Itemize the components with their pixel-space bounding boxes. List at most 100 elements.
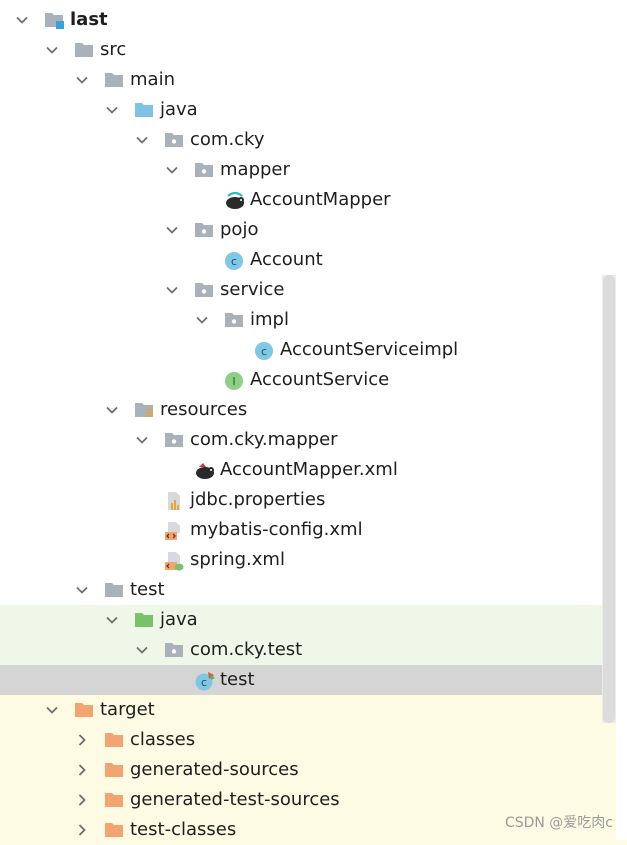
tree-node-label: AccountServiceimpl <box>280 339 459 360</box>
tree-node-label: generated-sources <box>130 759 299 780</box>
tree-node[interactable]: com.cky.mapper <box>0 425 627 455</box>
tree-node[interactable]: jdbc.properties <box>0 485 627 515</box>
chevron-down-icon[interactable] <box>44 695 60 725</box>
tree-node[interactable]: mybatis-config.xml <box>0 515 627 545</box>
tree-node-label: test <box>130 579 165 600</box>
chevron-down-icon[interactable] <box>104 95 120 125</box>
tree-node-label: com.cky.test <box>190 639 303 660</box>
chevron-right-icon[interactable] <box>74 785 90 815</box>
chevron-right-icon[interactable] <box>74 815 90 845</box>
class-icon: c <box>224 251 244 270</box>
chevron-down-icon[interactable] <box>134 635 150 665</box>
chevron-down-icon[interactable] <box>44 35 60 65</box>
mybatis-xml-icon <box>194 461 214 479</box>
chevron-down-icon[interactable] <box>74 65 90 95</box>
tree-node[interactable]: AccountMapper.xml <box>0 455 627 485</box>
chevron-down-icon[interactable] <box>164 275 180 305</box>
target-folder-icon <box>104 731 124 749</box>
tree-node-label: test-classes <box>130 819 237 840</box>
package-icon <box>164 641 184 659</box>
tree-node-label: AccountMapper <box>250 189 391 210</box>
chevron-down-icon[interactable] <box>134 425 150 455</box>
interface-icon: I <box>224 371 244 390</box>
tree-node[interactable]: mapper <box>0 155 627 185</box>
tree-node[interactable]: last <box>0 5 627 35</box>
target-folder-icon <box>74 701 94 719</box>
tree-node[interactable]: AccountMapper <box>0 185 627 215</box>
tree-node[interactable]: spring.xml <box>0 545 627 575</box>
svg-text:c: c <box>201 676 207 689</box>
target-folder-icon <box>104 821 124 839</box>
tree-node[interactable]: generated-sources <box>0 755 627 785</box>
tree-node[interactable]: java <box>0 95 627 125</box>
test-class-icon: c <box>194 671 215 691</box>
tree-node[interactable]: com.cky.test <box>0 635 627 665</box>
mybatis-mapper-icon <box>224 191 244 209</box>
tree-node-label: pojo <box>220 219 259 240</box>
tree-node-label: test <box>220 669 255 690</box>
tree-node[interactable]: src <box>0 35 627 65</box>
tree-node[interactable]: classes <box>0 725 627 755</box>
test-source-folder-icon <box>134 611 154 629</box>
tree-node[interactable]: c AccountServiceimpl <box>0 335 627 365</box>
svg-text:c: c <box>261 345 267 358</box>
module-folder-icon <box>44 11 64 29</box>
tree-node-label: spring.xml <box>190 549 285 570</box>
tree-node-label: com.cky <box>190 129 265 150</box>
folder-icon <box>74 41 94 59</box>
tree-node[interactable]: java <box>0 605 627 635</box>
tree-node-label: target <box>100 699 155 720</box>
tree-node-label: Account <box>250 249 323 270</box>
chevron-down-icon[interactable] <box>194 305 210 335</box>
tree-node-label: src <box>100 39 127 60</box>
tree-node-label: service <box>220 279 285 300</box>
class-icon: c <box>254 341 274 360</box>
svg-text:I: I <box>232 375 235 388</box>
tree-node[interactable]: I AccountService <box>0 365 627 395</box>
scrollbar-thumb[interactable] <box>603 275 615 723</box>
tree-node[interactable]: impl <box>0 305 627 335</box>
tree-node-label: com.cky.mapper <box>190 429 338 450</box>
watermark: CSDN @爱吃肉c <box>504 815 613 831</box>
tree-node-label: jdbc.properties <box>190 489 326 510</box>
chevron-down-icon[interactable] <box>74 575 90 605</box>
chevron-down-icon[interactable] <box>104 395 120 425</box>
tree-node[interactable]: com.cky <box>0 125 627 155</box>
chevron-down-icon[interactable] <box>134 125 150 155</box>
folder-icon <box>104 581 124 599</box>
tree-node-label: AccountMapper.xml <box>220 459 398 480</box>
package-icon <box>164 431 184 449</box>
tree-node-label: last <box>70 9 108 30</box>
chevron-down-icon[interactable] <box>104 605 120 635</box>
tree-node[interactable]: main <box>0 65 627 95</box>
tree-node-label: java <box>160 609 198 630</box>
target-folder-icon <box>104 761 124 779</box>
tree-node[interactable]: service <box>0 275 627 305</box>
chevron-down-icon[interactable] <box>164 215 180 245</box>
tree-node[interactable]: resources <box>0 395 627 425</box>
chevron-down-icon[interactable] <box>164 155 180 185</box>
tree-node-label: classes <box>130 729 196 750</box>
tree-node[interactable]: test <box>0 575 627 605</box>
chevron-down-icon[interactable] <box>14 5 30 35</box>
xml-file-icon <box>164 521 184 540</box>
chevron-right-icon[interactable] <box>74 755 90 785</box>
tree-node[interactable]: generated-test-sources <box>0 785 627 815</box>
resources-folder-icon <box>134 401 154 419</box>
tree-node[interactable]: c Account <box>0 245 627 275</box>
panel-edge <box>616 0 627 840</box>
svg-text:c: c <box>231 255 237 268</box>
tree-node-label: generated-test-sources <box>130 789 340 810</box>
tree-node[interactable]: pojo <box>0 215 627 245</box>
spring-xml-icon <box>164 551 184 571</box>
chevron-right-icon[interactable] <box>74 725 90 755</box>
tree-node[interactable]: c test <box>0 665 627 695</box>
source-folder-icon <box>134 101 154 119</box>
properties-file-icon <box>164 491 184 510</box>
package-icon <box>194 281 214 299</box>
package-icon <box>164 131 184 149</box>
tree-node-label: main <box>130 69 175 90</box>
tree-node-label: mapper <box>220 159 290 180</box>
tree-node-label: impl <box>250 309 289 330</box>
tree-node[interactable]: target <box>0 695 627 725</box>
